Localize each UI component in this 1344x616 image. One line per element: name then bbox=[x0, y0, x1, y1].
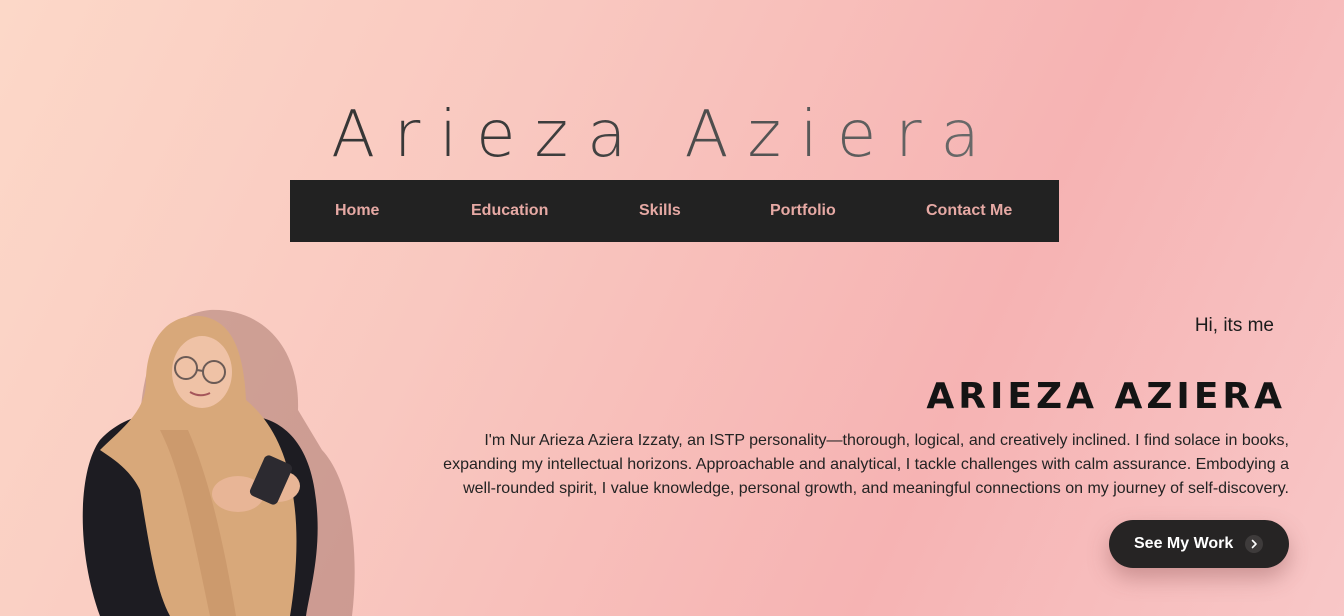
nav-item-portfolio[interactable]: Portfolio bbox=[770, 180, 836, 242]
hero-bio: I'm Nur Arieza Aziera Izzaty, an ISTP pe… bbox=[443, 432, 1289, 497]
chevron-right-icon bbox=[1245, 535, 1263, 553]
see-my-work-label: See My Work bbox=[1134, 535, 1234, 552]
profile-photo bbox=[82, 309, 355, 616]
see-my-work-button[interactable]: See My Work bbox=[1109, 520, 1289, 568]
main-navbar: Home Education Skills Portfolio Contact … bbox=[290, 180, 1059, 242]
hero-name: ARIEZA AZIERA bbox=[926, 375, 1286, 417]
nav-item-contact-me[interactable]: Contact Me bbox=[926, 180, 1012, 242]
nav-item-skills[interactable]: Skills bbox=[639, 180, 681, 242]
profile-photo-glasses-bridge bbox=[196, 369, 204, 372]
nav-item-home[interactable]: Home bbox=[335, 180, 379, 242]
hero-greeting: Hi, its me bbox=[1194, 315, 1274, 336]
site-title: Arieza Aziera bbox=[0, 95, 1330, 175]
nav-item-education[interactable]: Education bbox=[471, 180, 548, 242]
